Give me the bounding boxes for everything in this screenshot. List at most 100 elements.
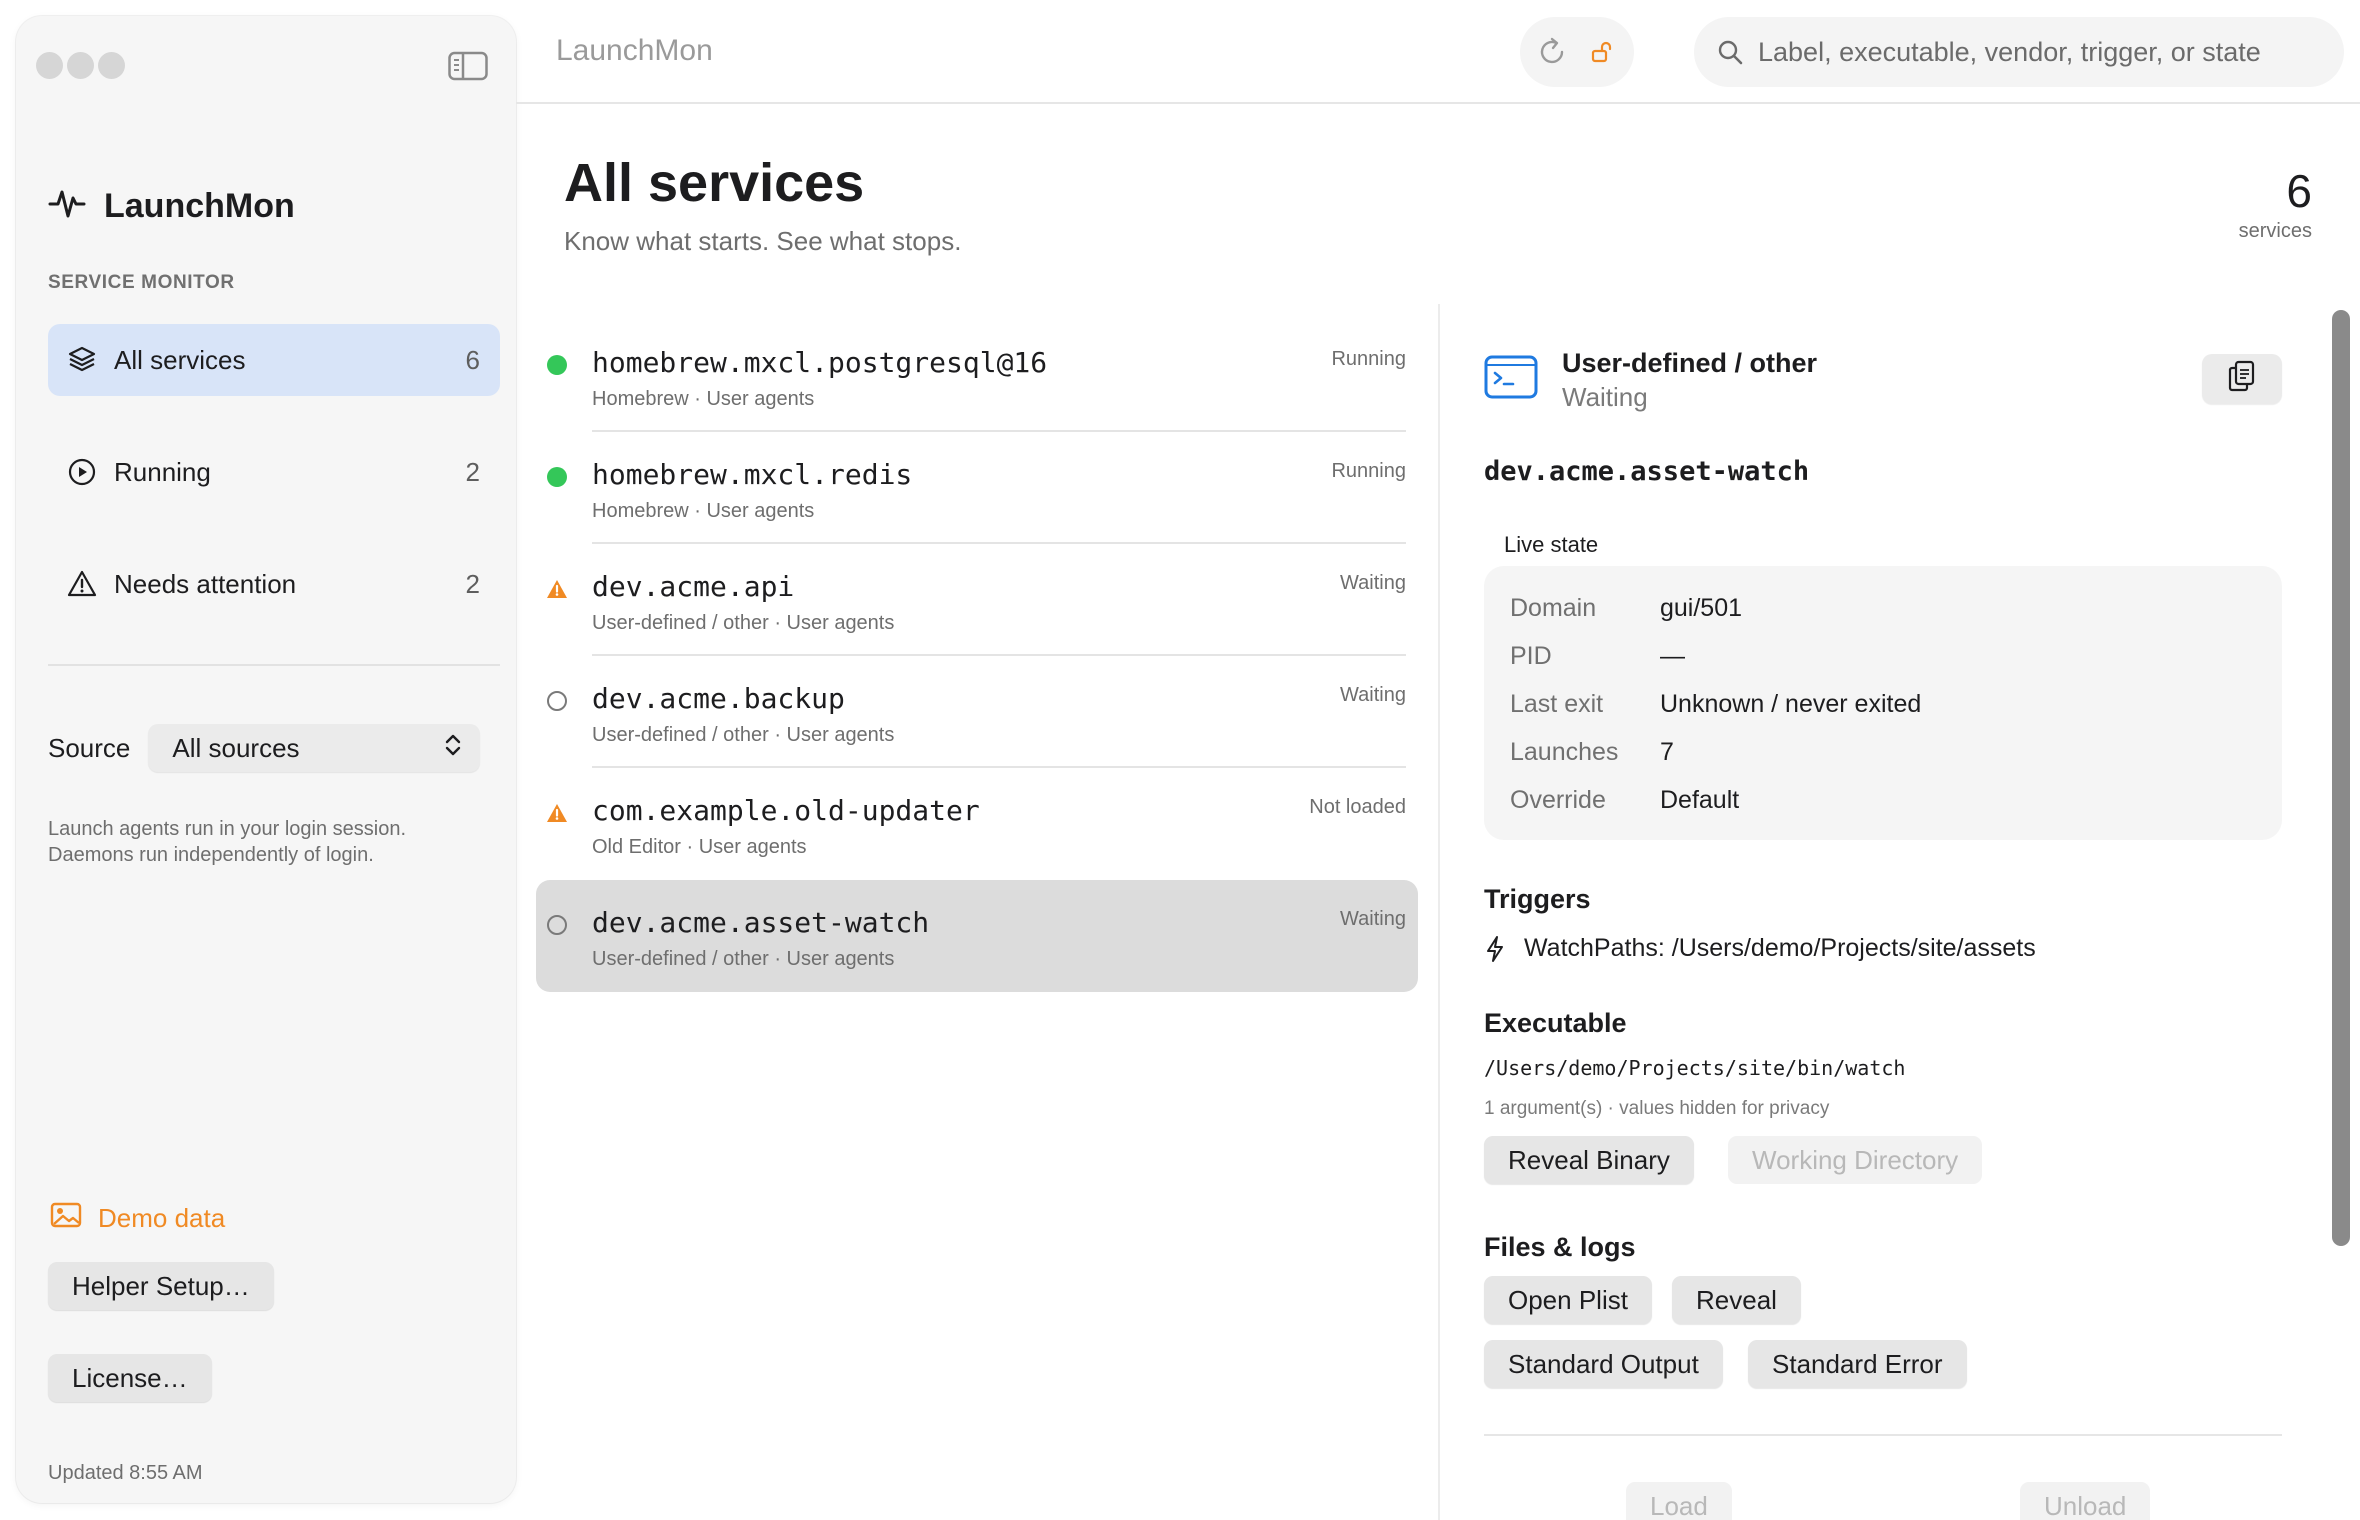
sidebar: LaunchMon SERVICE MONITOR All services 6… xyxy=(16,16,516,1503)
service-meta: Old Editor · User agents xyxy=(592,836,807,858)
play-circle-icon xyxy=(66,456,98,488)
service-row[interactable]: homebrew.mxcl.postgresql@16 Homebrew · U… xyxy=(536,320,1418,432)
service-name: dev.acme.api xyxy=(592,570,795,603)
toolbar-divider xyxy=(516,102,2360,104)
open-plist-button[interactable]: Open Plist xyxy=(1484,1276,1652,1324)
service-list: homebrew.mxcl.postgresql@16 Homebrew · U… xyxy=(536,320,1418,992)
standard-error-button[interactable]: Standard Error xyxy=(1748,1340,1967,1388)
kv-domain: Domain gui/501 xyxy=(1510,594,1743,622)
sidebar-item-label: Running xyxy=(114,456,211,487)
service-meta: Homebrew · User agents xyxy=(592,388,815,410)
service-count-label: services xyxy=(2238,220,2312,242)
service-row[interactable]: homebrew.mxcl.redis Homebrew · User agen… xyxy=(536,432,1418,544)
page-title: All services xyxy=(564,153,865,213)
kv-last-exit: Last exit Unknown / never exited xyxy=(1510,690,1922,718)
trigger-text: WatchPaths: /Users/demo/Projects/site/as… xyxy=(1524,934,2036,962)
warning-triangle-icon xyxy=(66,568,98,600)
demo-data-label: Demo data xyxy=(98,1203,226,1233)
sidebar-item-running[interactable]: Running 2 xyxy=(48,436,500,508)
source-label: Source xyxy=(48,732,131,763)
layers-icon xyxy=(66,344,98,376)
sidebar-divider xyxy=(48,664,500,666)
sidebar-item-count: 6 xyxy=(465,344,480,375)
brand-name: LaunchMon xyxy=(104,187,295,225)
source-select[interactable]: All sources xyxy=(148,724,481,772)
pulse-icon xyxy=(48,184,86,229)
live-state-box: Domain gui/501 PID — Last exit Unknown / ne… xyxy=(1484,566,2282,840)
trigger-item: WatchPaths: /Users/demo/Projects/site/as… xyxy=(1484,934,2036,963)
sidebar-note: Launch agents run in your login session.… xyxy=(48,818,407,866)
kv-pid: PID — xyxy=(1510,642,1685,670)
sidebar-item-count: 2 xyxy=(465,568,480,599)
kv-launches: Launches 7 xyxy=(1510,738,1674,766)
sidebar-item-label: Needs attention xyxy=(114,568,297,599)
window-zoom-button[interactable] xyxy=(98,52,125,79)
window-minimize-button[interactable] xyxy=(67,52,94,79)
source-select-value: All sources xyxy=(172,732,300,763)
license-button[interactable]: License… xyxy=(48,1354,212,1402)
toolbar-group xyxy=(1520,17,1634,87)
service-meta: User-defined / other · User agents xyxy=(592,724,895,746)
service-state: Not loaded xyxy=(1309,796,1406,818)
service-name: homebrew.mxcl.postgresql@16 xyxy=(592,346,1048,379)
service-meta: Homebrew · User agents xyxy=(592,500,815,522)
service-name: homebrew.mxcl.redis xyxy=(592,458,913,491)
service-row[interactable]: dev.acme.backup User-defined / other · U… xyxy=(536,656,1418,768)
chevron-up-down-icon xyxy=(444,732,462,765)
window-close-button[interactable] xyxy=(36,52,63,79)
scrollbar-thumb[interactable] xyxy=(2332,310,2350,1246)
page-subtitle: Know what starts. See what stops. xyxy=(564,226,962,256)
brand: LaunchMon xyxy=(48,184,295,229)
kv-override: Override Default xyxy=(1510,786,1740,814)
copy-button[interactable] xyxy=(2202,354,2282,404)
sidebar-item-all-services[interactable]: All services 6 xyxy=(48,324,500,396)
service-name: dev.acme.backup xyxy=(592,682,845,715)
source-row: Source All sources xyxy=(48,724,481,772)
working-directory-button[interactable]: Working Directory xyxy=(1728,1136,1983,1184)
service-state: Waiting xyxy=(1340,572,1406,594)
unlock-icon[interactable] xyxy=(1584,34,1620,70)
search-placeholder: Label, executable, vendor, trigger, or s… xyxy=(1758,36,2261,67)
column-divider xyxy=(1438,304,1440,1520)
service-state: Waiting xyxy=(1340,684,1406,706)
reveal-button[interactable]: Reveal xyxy=(1672,1276,1801,1324)
sidebar-item-needs-attention[interactable]: Needs attention 2 xyxy=(48,548,500,620)
service-name: dev.acme.asset-watch xyxy=(592,906,930,939)
idle-status-icon xyxy=(546,690,568,712)
executable-path: /Users/demo/Projects/site/bin/watch xyxy=(1484,1056,1906,1080)
service-state: Running xyxy=(1331,460,1406,482)
detail-state: Waiting xyxy=(1562,382,1648,412)
running-status-icon xyxy=(546,354,568,376)
service-row[interactable]: dev.acme.api User-defined / other · User… xyxy=(536,544,1418,656)
reveal-binary-button[interactable]: Reveal Binary xyxy=(1484,1136,1694,1184)
service-name: com.example.old-updater xyxy=(592,794,980,827)
detail-divider xyxy=(1484,1434,2282,1436)
service-row[interactable]: com.example.old-updater Old Editor · Use… xyxy=(536,768,1418,880)
updated-timestamp: Updated 8:55 AM xyxy=(48,1462,203,1484)
standard-output-button[interactable]: Standard Output xyxy=(1484,1340,1723,1388)
helper-setup-button[interactable]: Helper Setup… xyxy=(48,1262,274,1310)
warning-status-icon xyxy=(546,802,568,824)
search-field[interactable]: Label, executable, vendor, trigger, or s… xyxy=(1694,17,2344,87)
window-title: LaunchMon xyxy=(556,34,713,67)
detail-label: dev.acme.asset-watch xyxy=(1484,456,1810,487)
detail-kind: User-defined / other xyxy=(1562,348,1818,378)
files-logs-title: Files & logs xyxy=(1484,1232,1636,1262)
service-count: 6 xyxy=(2286,165,2312,217)
warning-status-icon xyxy=(546,578,568,600)
service-state: Running xyxy=(1331,348,1406,370)
terminal-icon xyxy=(1484,354,1538,400)
search-icon xyxy=(1716,38,1744,66)
running-status-icon xyxy=(546,466,568,488)
unload-button[interactable]: Unload xyxy=(2020,1482,2151,1520)
executable-note: 1 argument(s) · values hidden for privac… xyxy=(1484,1098,1830,1119)
demo-data-badge[interactable]: Demo data xyxy=(50,1202,225,1235)
service-row-selected[interactable]: dev.acme.asset-watch User-defined / othe… xyxy=(536,880,1418,992)
refresh-icon[interactable] xyxy=(1534,34,1570,70)
service-meta: User-defined / other · User agents xyxy=(592,612,895,634)
sidebar-item-count: 2 xyxy=(465,456,480,487)
load-button[interactable]: Load xyxy=(1626,1482,1732,1520)
copy-icon xyxy=(2227,360,2257,399)
sidebar-toggle-icon[interactable] xyxy=(448,50,488,82)
photo-icon xyxy=(50,1202,82,1235)
